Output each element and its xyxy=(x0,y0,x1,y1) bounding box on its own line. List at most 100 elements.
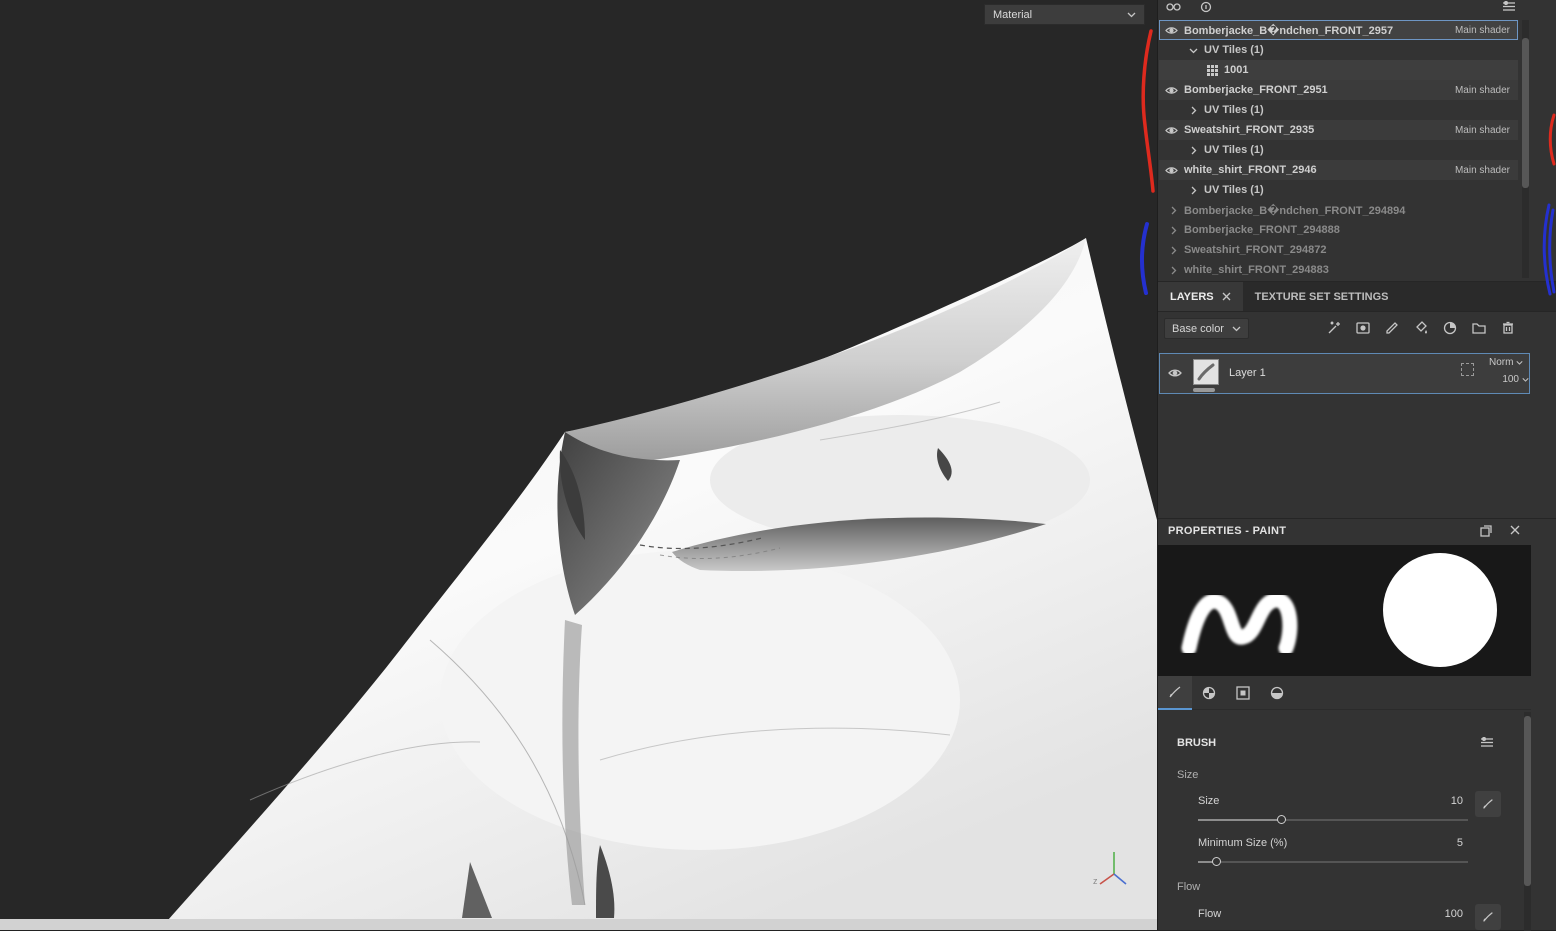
brush-preview xyxy=(1158,545,1531,676)
layer-blend-value: Norm xyxy=(1489,357,1514,368)
eye-icon[interactable] xyxy=(1165,86,1178,95)
chevron-right-icon[interactable] xyxy=(1169,206,1178,215)
texture-set-row-hidden[interactable]: Bomberjacke_B�ndchen_FRONT_294894 xyxy=(1159,200,1518,220)
tab-texture-set-settings[interactable]: TEXTURE SET SETTINGS xyxy=(1243,282,1401,311)
brush-section-title: BRUSH xyxy=(1177,737,1217,749)
smudge-icon[interactable] xyxy=(1442,320,1458,336)
layer-row[interactable]: Layer 1 Norm 100 xyxy=(1159,353,1530,394)
close-icon[interactable] xyxy=(1510,525,1520,535)
layers-toolbar: Base color xyxy=(1158,312,1556,345)
shader-label[interactable]: Main shader xyxy=(1455,25,1512,36)
shader-label[interactable]: Main shader xyxy=(1455,85,1512,96)
info-icon[interactable] xyxy=(1200,1,1212,13)
tab-stencil[interactable] xyxy=(1226,676,1260,710)
axis-gizmo[interactable] xyxy=(1090,846,1140,898)
flow-link-button[interactable] xyxy=(1475,904,1501,930)
eye-icon[interactable] xyxy=(1165,26,1178,35)
close-icon[interactable] xyxy=(1222,292,1231,301)
filter-icon[interactable] xyxy=(1502,1,1516,12)
uv-tiles-row[interactable]: UV Tiles (1) xyxy=(1159,100,1518,120)
chevron-down-icon xyxy=(1516,360,1524,365)
tab-alpha[interactable] xyxy=(1192,676,1226,710)
eye-icon[interactable] xyxy=(1168,368,1182,378)
layer-opacity-dropdown[interactable]: 100 xyxy=(1489,374,1529,385)
slider-fill xyxy=(1198,819,1282,821)
shader-label[interactable]: Main shader xyxy=(1455,125,1512,136)
texture-set-row-hidden[interactable]: Sweatshirt_FRONT_294872 xyxy=(1159,240,1518,260)
channel-filter-value: Base color xyxy=(1172,322,1224,335)
properties-tabs xyxy=(1158,676,1531,710)
texture-set-name: white_shirt_FRONT_2946 xyxy=(1184,164,1317,176)
chevron-down-icon xyxy=(1522,377,1529,382)
brush-icon[interactable] xyxy=(1384,320,1400,336)
mask-icon[interactable] xyxy=(1355,320,1371,336)
brush-icon xyxy=(1483,799,1493,809)
texture-set-name: Bomberjacke_FRONT_2951 xyxy=(1184,84,1328,96)
shader-label[interactable]: Main shader xyxy=(1455,165,1512,176)
layer-stack[interactable]: Layer 1 Norm 100 xyxy=(1158,345,1556,518)
chevron-right-icon[interactable] xyxy=(1169,226,1178,235)
folder-icon[interactable] xyxy=(1471,320,1487,336)
brush-icon xyxy=(1483,912,1493,922)
brush-stroke-thumb xyxy=(1197,363,1215,381)
undock-icon[interactable] xyxy=(1480,525,1492,537)
presets-icon[interactable] xyxy=(1480,737,1494,748)
eye-icon[interactable] xyxy=(1165,166,1178,175)
texture-set-row[interactable]: Sweatshirt_FRONT_2935 Main shader xyxy=(1159,120,1518,140)
flow-param-value[interactable]: 100 xyxy=(1398,908,1463,920)
texture-set-row-hidden[interactable]: Bomberjacke_FRONT_294888 xyxy=(1159,220,1518,240)
size-group-label: Size xyxy=(1177,769,1199,781)
uv-tile-label: 1001 xyxy=(1224,64,1249,76)
uv-tiles-row[interactable]: UV Tiles (1) xyxy=(1159,140,1518,160)
texture-set-row[interactable]: white_shirt_FRONT_2946 Main shader xyxy=(1159,160,1518,180)
tab-brush[interactable] xyxy=(1158,676,1192,710)
uv-tiles-label: UV Tiles (1) xyxy=(1204,144,1264,156)
tab-layers[interactable]: LAYERS xyxy=(1158,282,1243,311)
tab-material[interactable] xyxy=(1260,676,1294,710)
size-param-value[interactable]: 10 xyxy=(1398,795,1463,807)
wand-icon[interactable] xyxy=(1326,320,1342,336)
slider-knob[interactable] xyxy=(1211,857,1221,866)
layer-blend-dropdown[interactable]: Norm xyxy=(1489,357,1529,368)
layer-thumbnail[interactable] xyxy=(1193,359,1219,385)
scrollbar-handle[interactable] xyxy=(1524,716,1531,886)
sphere-icon xyxy=(1270,686,1284,700)
fill-icon[interactable] xyxy=(1413,320,1429,336)
size-slider[interactable] xyxy=(1198,815,1468,825)
layer-name[interactable]: Layer 1 xyxy=(1229,367,1266,379)
layer-mask-slot[interactable] xyxy=(1461,363,1474,376)
channel-filter-dropdown[interactable]: Base color xyxy=(1164,318,1249,339)
right-panel: Bomberjacke_B�ndchen_FRONT_2957 Main sha… xyxy=(1157,0,1556,931)
chevron-right-icon[interactable] xyxy=(1169,266,1178,275)
uv-tiles-row[interactable]: UV Tiles (1) xyxy=(1159,40,1518,60)
chevron-right-icon[interactable] xyxy=(1169,246,1178,255)
texture-set-name: Sweatshirt_FRONT_2935 xyxy=(1184,124,1315,136)
garment-3d-model xyxy=(168,238,1157,920)
chevron-right-icon[interactable] xyxy=(1189,146,1198,155)
trash-icon[interactable] xyxy=(1500,320,1516,336)
scrollbar-handle[interactable] xyxy=(1522,38,1529,188)
viewport-material-dropdown[interactable]: Material xyxy=(984,4,1145,25)
viewport-bottom-strip xyxy=(0,919,1157,930)
texture-set-row[interactable]: Bomberjacke_B�ndchen_FRONT_2957 Main sha… xyxy=(1159,20,1518,40)
eye-icon[interactable] xyxy=(1165,126,1178,135)
chevron-right-icon[interactable] xyxy=(1189,106,1198,115)
min-size-param-value[interactable]: 5 xyxy=(1398,837,1463,849)
size-link-button[interactable] xyxy=(1475,791,1501,817)
glasses-icon[interactable] xyxy=(1166,1,1181,12)
3d-viewport[interactable]: Material z xyxy=(0,0,1157,930)
brush-tip-preview xyxy=(1383,553,1497,667)
size-param-label: Size xyxy=(1198,795,1220,807)
min-size-slider[interactable] xyxy=(1198,857,1468,867)
chevron-right-icon[interactable] xyxy=(1189,186,1198,195)
uv-tiles-row[interactable]: UV Tiles (1) xyxy=(1159,180,1518,200)
properties-scrollbar[interactable] xyxy=(1524,712,1531,931)
slider-knob[interactable] xyxy=(1276,815,1286,824)
texture-set-scrollbar[interactable] xyxy=(1522,20,1529,278)
texture-set-name: Bomberjacke_FRONT_294888 xyxy=(1184,224,1340,236)
uv-tile-row[interactable]: 1001 xyxy=(1159,60,1518,80)
chevron-down-icon[interactable] xyxy=(1189,46,1198,55)
texture-set-row[interactable]: Bomberjacke_FRONT_2951 Main shader xyxy=(1159,80,1518,100)
texture-set-row-hidden[interactable]: white_shirt_FRONT_294883 xyxy=(1159,260,1518,280)
slider-track[interactable] xyxy=(1198,861,1468,863)
